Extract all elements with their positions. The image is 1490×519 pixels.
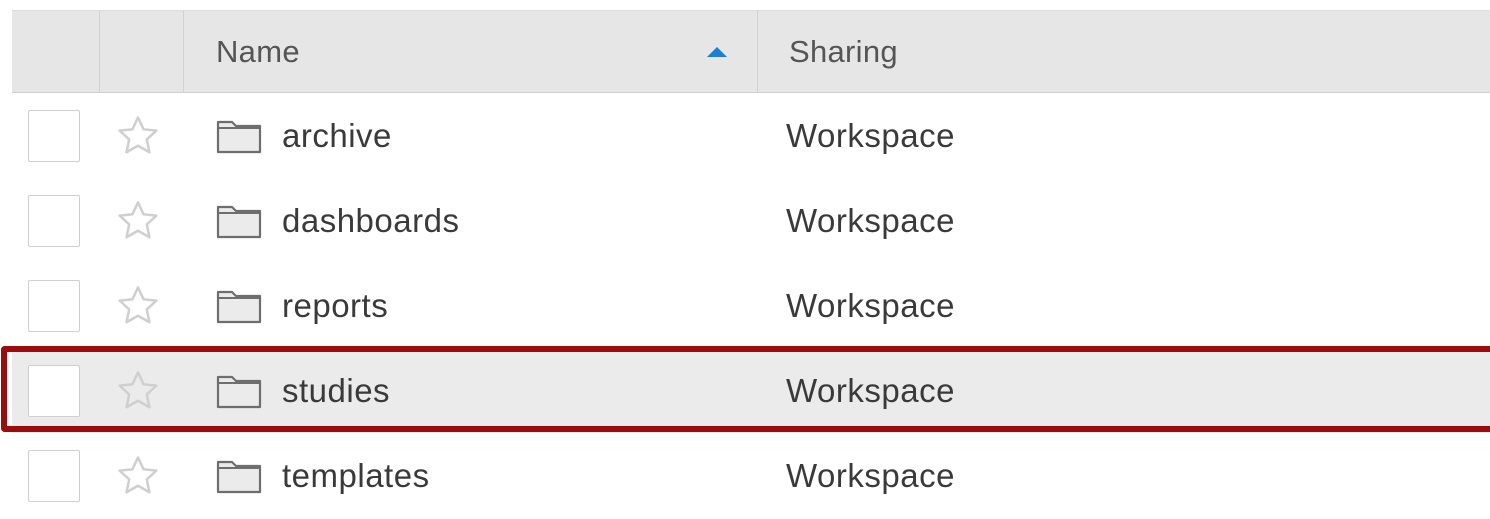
sharing-value: Workspace	[786, 456, 955, 494]
sharing-value: Workspace	[786, 201, 955, 239]
star-outline-icon[interactable]	[115, 454, 161, 498]
table-row[interactable]: archive Workspace	[12, 93, 1490, 178]
file-table: Name Sharing archive Workspace dashboard…	[12, 10, 1490, 518]
star-outline-icon[interactable]	[115, 369, 161, 413]
sharing-value: Workspace	[786, 116, 955, 154]
table-header: Name Sharing	[12, 10, 1490, 93]
row-checkbox[interactable]	[28, 364, 80, 417]
sort-ascending-icon[interactable]	[707, 46, 727, 57]
star-outline-icon[interactable]	[115, 199, 161, 243]
row-checkbox[interactable]	[28, 449, 80, 502]
table-row[interactable]: dashboards Workspace	[12, 178, 1490, 263]
header-name-label: Name	[216, 33, 300, 69]
table-row[interactable]: reports Workspace	[12, 263, 1490, 348]
folder-name-link[interactable]: archive	[282, 117, 392, 155]
folder-name-link[interactable]: dashboards	[282, 202, 459, 240]
folder-icon	[216, 375, 262, 408]
star-outline-icon[interactable]	[115, 284, 161, 328]
folder-name-link[interactable]: reports	[282, 287, 388, 325]
header-name-column[interactable]: Name	[184, 11, 758, 92]
header-sharing-column[interactable]: Sharing	[758, 11, 1490, 92]
folder-name-link[interactable]: studies	[282, 372, 390, 410]
header-select-column	[12, 11, 100, 92]
sharing-value: Workspace	[786, 371, 955, 409]
folder-name-link[interactable]: templates	[282, 457, 430, 495]
folder-icon	[216, 120, 262, 153]
header-favorite-column	[100, 11, 184, 92]
folder-icon	[216, 460, 262, 493]
row-checkbox[interactable]	[28, 194, 80, 247]
header-sharing-label: Sharing	[789, 33, 898, 69]
star-outline-icon[interactable]	[115, 114, 161, 158]
row-checkbox[interactable]	[28, 109, 80, 162]
sharing-value: Workspace	[786, 286, 955, 324]
folder-icon	[216, 205, 262, 238]
table-row-highlighted[interactable]: studies Workspace	[12, 348, 1490, 433]
folder-icon	[216, 290, 262, 323]
table-row[interactable]: templates Workspace	[12, 433, 1490, 518]
row-checkbox[interactable]	[28, 279, 80, 332]
